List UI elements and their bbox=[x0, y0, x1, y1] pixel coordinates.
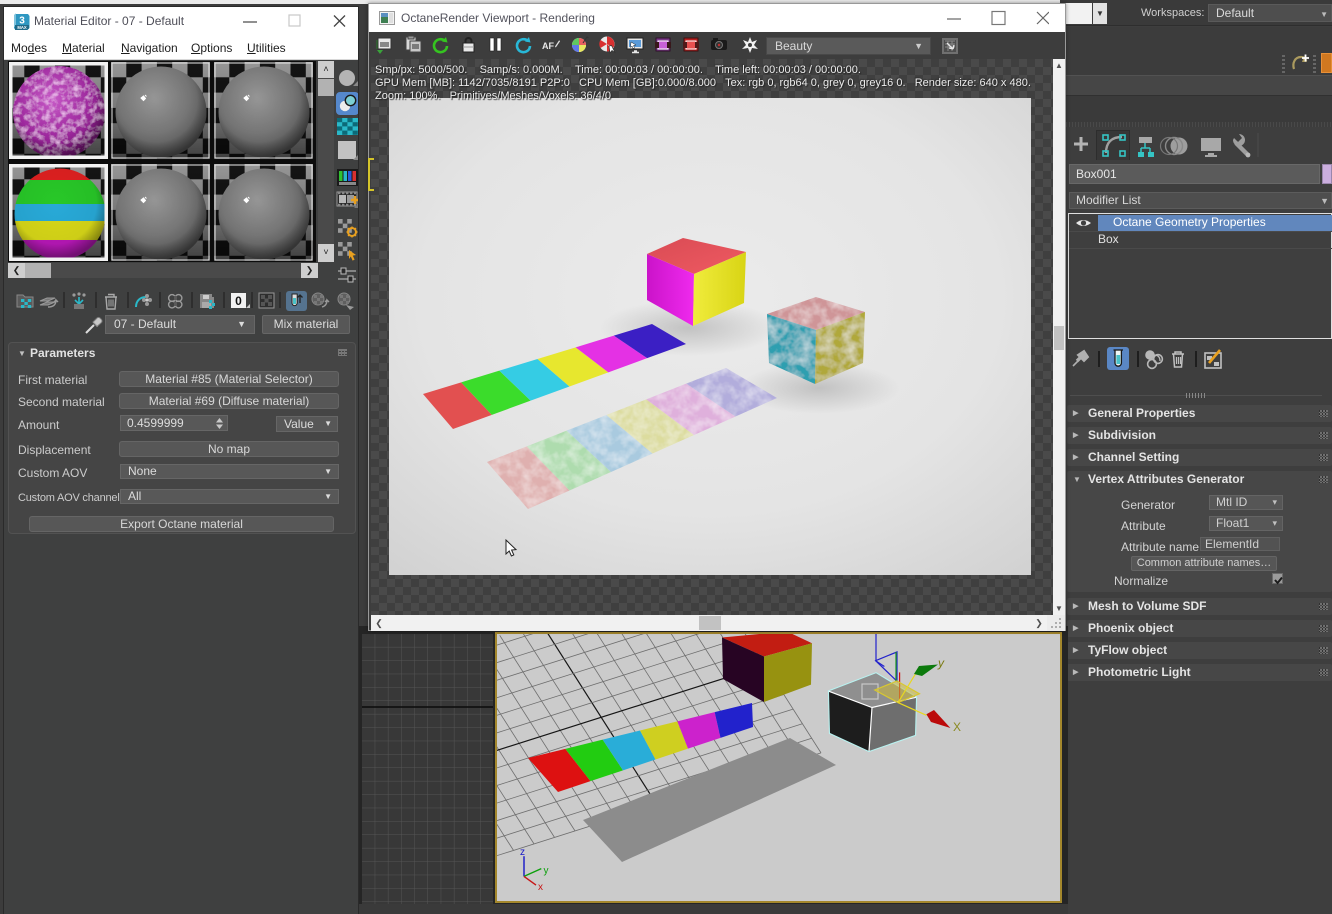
svg-text:x: x bbox=[538, 882, 543, 893]
svg-text:z: z bbox=[520, 847, 525, 858]
svg-text:AF: AF bbox=[542, 41, 554, 51]
svg-text:y: y bbox=[544, 866, 549, 877]
svg-text:X: X bbox=[953, 720, 961, 734]
svg-text:MAX: MAX bbox=[17, 25, 27, 30]
svg-text:0: 0 bbox=[235, 294, 242, 308]
svg-text:y: y bbox=[937, 656, 945, 670]
